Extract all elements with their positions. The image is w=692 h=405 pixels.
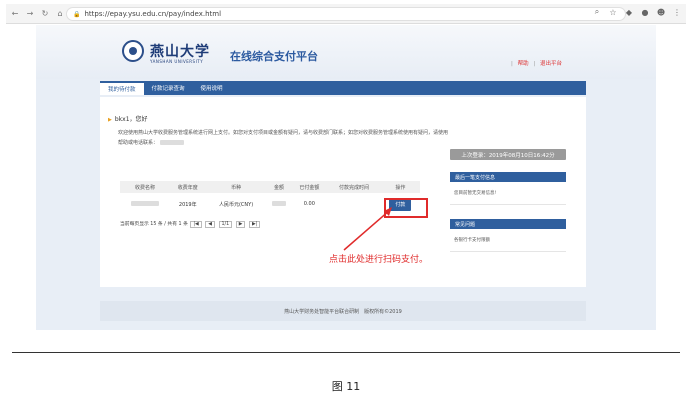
fee-year-cell: 2019年 (178, 201, 197, 208)
university-seal (122, 40, 144, 62)
col-fee-year: 收费年度 (169, 181, 206, 193)
faq-panel: 常见问题 各银行卡支付限额 (450, 219, 566, 252)
faq-title: 常见问题 (450, 219, 566, 229)
amount-cell (267, 193, 292, 215)
site-title: 在线综合支付平台 (230, 50, 318, 63)
last-login-info: 上次登录：2019年08月10日16:42分 (450, 149, 566, 160)
pager-summary: 当前每页显示 15 条 / 共有 1 条 (120, 222, 188, 227)
logo-text-cn: 燕山大学 (150, 44, 210, 60)
url-text: https://epay.ysu.edu.cn/pay/index.html (84, 10, 222, 18)
site-header: 燕山大学 YANSHAN UNIVERSITY 在线综合支付平台 | 帮助 | … (36, 25, 656, 79)
redacted-phone (159, 140, 184, 145)
redacted-fee-name (130, 200, 159, 206)
col-paid-amount: 已付金额 (291, 181, 328, 193)
divider-line (12, 352, 680, 353)
first-page-icon[interactable]: |◀ (190, 221, 202, 228)
redacted-amount (272, 200, 287, 206)
top-links: | 帮助 | 退出平台 (511, 61, 562, 67)
address-bar[interactable]: 🔒 https://epay.ysu.edu.cn/pay/index.html (66, 7, 626, 21)
col-completed-time: 付款完成时间 (327, 181, 381, 193)
figure-caption: 图 11 (331, 380, 361, 393)
faq-link[interactable]: 各银行卡支付限额 (450, 229, 566, 252)
tab-instructions[interactable]: 使用说明 (193, 81, 231, 95)
intro-text: 欢迎使用燕山大学收费服务管理系统进行网上支付。如您对支付项目或金额有疑问，请与收… (118, 130, 449, 146)
logout-link[interactable]: 退出平台 (540, 61, 562, 67)
col-action: 操作 (380, 181, 420, 193)
profile-icon[interactable]: ☻ (656, 8, 666, 17)
zoom-icon[interactable]: ⌕ (592, 7, 602, 17)
tab-pending-payments[interactable]: 我的待付款 (100, 81, 144, 95)
col-amount: 金额 (266, 181, 292, 193)
home-icon[interactable]: ⌂ (54, 8, 66, 20)
forward-icon[interactable]: → (24, 8, 36, 20)
next-page-icon[interactable]: ▶ (235, 221, 246, 228)
lock-icon: 🔒 (73, 10, 81, 18)
callout-arrow-icon (343, 207, 392, 251)
menu-icon[interactable]: ⋮ (672, 8, 682, 17)
fee-name-cell (120, 193, 170, 215)
browser-toolbar: ← → ↻ ⌂ 🔒 https://epay.ysu.edu.cn/pay/in… (6, 4, 686, 24)
last-page-icon[interactable]: ▶| (249, 221, 261, 228)
site-footer: 燕山大学财务处智能平台联合研制 版权所有©2019 (100, 301, 586, 321)
prev-page-icon[interactable]: ◀ (205, 221, 215, 228)
extension-icon[interactable]: ● (640, 8, 650, 17)
pagination: 当前每页显示 15 条 / 共有 1 条 |◀ ◀ 1/1 ▶ ▶| (120, 220, 261, 228)
recent-payment-body: 您目前暂无交易信息! (450, 182, 566, 205)
back-icon[interactable]: ← (9, 8, 21, 20)
greeting: bkx1，您好 (108, 114, 148, 123)
web-page: 燕山大学 YANSHAN UNIVERSITY 在线综合支付平台 | 帮助 | … (36, 25, 656, 330)
table-header-row: 收费名称 收费年度 币种 金额 已付金额 付款完成时间 操作 (120, 181, 420, 193)
recent-payment-title: 最后一笔支付信息 (450, 172, 566, 182)
col-currency: 币种 (205, 181, 267, 193)
col-fee-name: 收费名称 (120, 181, 170, 193)
page-number-input[interactable]: 1/1 (218, 221, 233, 228)
extension-icon[interactable]: ◆ (624, 8, 634, 17)
star-icon[interactable]: ☆ (608, 8, 618, 17)
tab-payment-history[interactable]: 付款记录查询 (144, 81, 193, 95)
main-nav: 我的待付款 付款记录查询 使用说明 (100, 81, 586, 95)
callout-text: 点击此处进行扫码支付。 (329, 255, 429, 265)
help-link[interactable]: 帮助 (518, 61, 529, 67)
currency-cell: 人民币元(CNY) (218, 201, 254, 208)
logo-text-en: YANSHAN UNIVERSITY (150, 59, 204, 64)
reload-icon[interactable]: ↻ (39, 8, 51, 20)
recent-payment-panel: 最后一笔支付信息 您目前暂无交易信息! (450, 172, 566, 205)
paid-amount-cell: 0.00 (303, 201, 315, 207)
